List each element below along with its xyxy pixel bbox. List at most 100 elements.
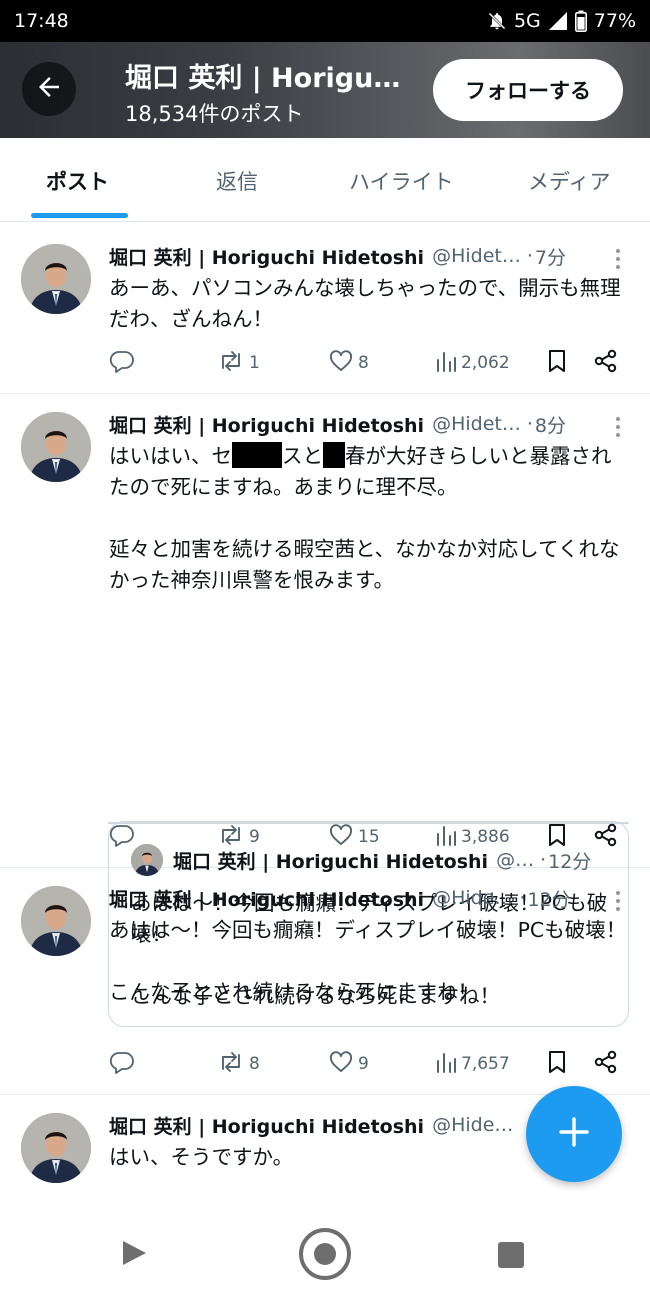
bookmark-icon bbox=[546, 822, 568, 853]
profile-header: 堀口 英利 | Horiguchi Hidetoshi 18,534件のポスト … bbox=[0, 42, 650, 138]
repost-count: 1 bbox=[249, 353, 260, 373]
repost-count: 8 bbox=[249, 1054, 260, 1074]
view-count: 2,062 bbox=[461, 353, 510, 373]
like-button[interactable]: 8 bbox=[328, 349, 369, 377]
repost-count: 9 bbox=[249, 827, 260, 847]
post-time[interactable]: 8分 bbox=[535, 411, 566, 438]
more-options-icon[interactable] bbox=[614, 417, 622, 437]
post-text: あはは〜！今回も癇癪！ディスプレイ破壊！PCも破壊！ こんな子とされ続けるなら死… bbox=[109, 915, 629, 1008]
share-icon bbox=[593, 1049, 619, 1080]
reply-icon bbox=[109, 349, 135, 378]
repost-button[interactable]: 8 bbox=[217, 1050, 260, 1078]
follow-button[interactable]: フォローする bbox=[433, 59, 623, 121]
author-handle[interactable]: @Hidet… bbox=[432, 245, 521, 267]
nav-recents-button[interactable] bbox=[496, 1240, 526, 1274]
avatar[interactable] bbox=[21, 886, 91, 956]
author-handle[interactable]: @Hidet… bbox=[432, 413, 521, 435]
post[interactable]: 堀口 英利 | Horiguchi Hidetoshi @Hidet… · 8分… bbox=[0, 394, 650, 1027]
repost-icon bbox=[217, 1050, 245, 1079]
reply-icon bbox=[109, 1050, 135, 1079]
bar-chart-icon bbox=[435, 823, 457, 852]
share-button[interactable] bbox=[593, 823, 619, 851]
author-handle[interactable]: @Hide… bbox=[432, 1114, 513, 1136]
post[interactable]: 堀口 英利 | Horiguchi Hidetoshi @Hidet… · 7分… bbox=[0, 222, 650, 394]
share-button[interactable] bbox=[593, 349, 619, 377]
nav-home-button[interactable] bbox=[297, 1226, 353, 1286]
avatar[interactable] bbox=[21, 244, 91, 314]
tab-media[interactable]: メディア bbox=[528, 166, 611, 196]
post-text-segment: ス bbox=[282, 444, 303, 468]
separator-dot: · bbox=[526, 413, 533, 435]
like-count: 15 bbox=[358, 827, 380, 847]
share-button[interactable] bbox=[593, 1050, 619, 1078]
tab-highlights[interactable]: ハイライト bbox=[349, 166, 454, 196]
square-recents-icon bbox=[496, 1240, 526, 1274]
post-actions: 1 8 2,062 bbox=[109, 349, 629, 377]
bookmark-button[interactable] bbox=[546, 1050, 568, 1078]
post-text-paragraph: はいはい、セ スと 春が大好きらしいと暴露されたので死にますね。あまりに理不尽。 bbox=[109, 441, 629, 503]
more-options-icon[interactable] bbox=[614, 891, 622, 911]
separator-dot: · bbox=[526, 245, 533, 267]
nav-back-button[interactable] bbox=[118, 1236, 152, 1274]
post-text-paragraph: 延々と加害を続ける暇空茜と、なかなか対応してくれなかった神奈川県警を恨みます。 bbox=[109, 537, 620, 592]
author-name[interactable]: 堀口 英利 | Horiguchi Hidetoshi bbox=[109, 243, 424, 270]
bar-chart-icon bbox=[435, 349, 457, 378]
views-button[interactable]: 2,062 bbox=[435, 349, 510, 377]
reply-icon bbox=[109, 823, 135, 852]
post[interactable]: 堀口 英利 | Horiguchi Hidetoshi @Hide… · 12分… bbox=[0, 868, 650, 1095]
repost-button[interactable]: 1 bbox=[217, 349, 260, 377]
heart-icon bbox=[328, 823, 354, 852]
compose-post-button[interactable] bbox=[526, 1086, 622, 1182]
back-button[interactable] bbox=[22, 62, 76, 116]
author-name[interactable]: 堀口 英利 | Horiguchi Hidetoshi bbox=[109, 885, 424, 912]
timeline[interactable]: 堀口 英利 | Horiguchi Hidetoshi @Hidet… · 7分… bbox=[0, 222, 650, 1210]
system-navigation-bar bbox=[0, 1210, 650, 1300]
bar-chart-icon bbox=[435, 1050, 457, 1079]
share-icon bbox=[593, 822, 619, 853]
post-time[interactable]: 7分 bbox=[535, 243, 566, 270]
profile-tabs: ポスト 返信 ハイライト メディア bbox=[0, 138, 650, 222]
like-count: 8 bbox=[358, 353, 369, 373]
status-icons: 5G 77% bbox=[487, 10, 636, 32]
like-count: 9 bbox=[358, 1054, 369, 1074]
arrow-left-icon bbox=[34, 72, 64, 106]
heart-icon bbox=[328, 1050, 354, 1079]
views-button[interactable]: 3,886 bbox=[435, 823, 510, 851]
post-text-line: あーあ、パソコンみんな壊しちゃったので、開示も無理だわ、ざんねん！ bbox=[109, 276, 621, 331]
post-meta: 堀口 英利 | Horiguchi Hidetoshi @Hidet… · 7分 bbox=[109, 241, 634, 271]
author-name[interactable]: 堀口 英利 | Horiguchi Hidetoshi bbox=[109, 411, 424, 438]
tab-posts[interactable]: ポスト bbox=[46, 166, 109, 196]
view-count: 3,886 bbox=[461, 827, 510, 847]
author-name[interactable]: 堀口 英利 | Horiguchi Hidetoshi bbox=[109, 1112, 424, 1139]
reply-button[interactable] bbox=[109, 1050, 139, 1078]
bookmark-icon bbox=[546, 1049, 568, 1080]
view-count: 7,657 bbox=[461, 1054, 510, 1074]
reply-button[interactable] bbox=[109, 349, 139, 377]
more-options-icon[interactable] bbox=[614, 249, 622, 269]
notifications-off-icon bbox=[487, 11, 507, 31]
post-actions: 8 9 7,657 bbox=[109, 1050, 629, 1078]
bookmark-button[interactable] bbox=[546, 349, 568, 377]
post-count: 18,534件のポスト bbox=[125, 102, 304, 126]
bookmark-button[interactable] bbox=[546, 823, 568, 851]
tab-replies[interactable]: 返信 bbox=[216, 166, 258, 196]
like-button[interactable]: 9 bbox=[328, 1050, 369, 1078]
repost-icon bbox=[217, 823, 245, 852]
avatar[interactable] bbox=[21, 412, 91, 482]
reply-button[interactable] bbox=[109, 823, 139, 851]
like-button[interactable]: 15 bbox=[328, 823, 380, 851]
author-handle[interactable]: @Hide… bbox=[432, 887, 513, 909]
views-button[interactable]: 7,657 bbox=[435, 1050, 510, 1078]
active-tab-indicator bbox=[31, 213, 128, 218]
battery-icon bbox=[574, 10, 587, 32]
repost-button[interactable]: 9 bbox=[217, 823, 260, 851]
post-time[interactable]: 12分 bbox=[527, 885, 570, 912]
status-time: 17:48 bbox=[14, 10, 69, 32]
redaction-bar bbox=[323, 442, 345, 468]
post-text-paragraph: こんな子とされ続けるなら死にますね！ bbox=[109, 980, 478, 1004]
post-actions: 9 15 3,886 bbox=[109, 823, 629, 851]
post-text-segment: はいはい、セ bbox=[109, 444, 232, 468]
heart-icon bbox=[328, 349, 354, 378]
signal-icon bbox=[548, 11, 568, 31]
avatar[interactable] bbox=[21, 1113, 91, 1183]
